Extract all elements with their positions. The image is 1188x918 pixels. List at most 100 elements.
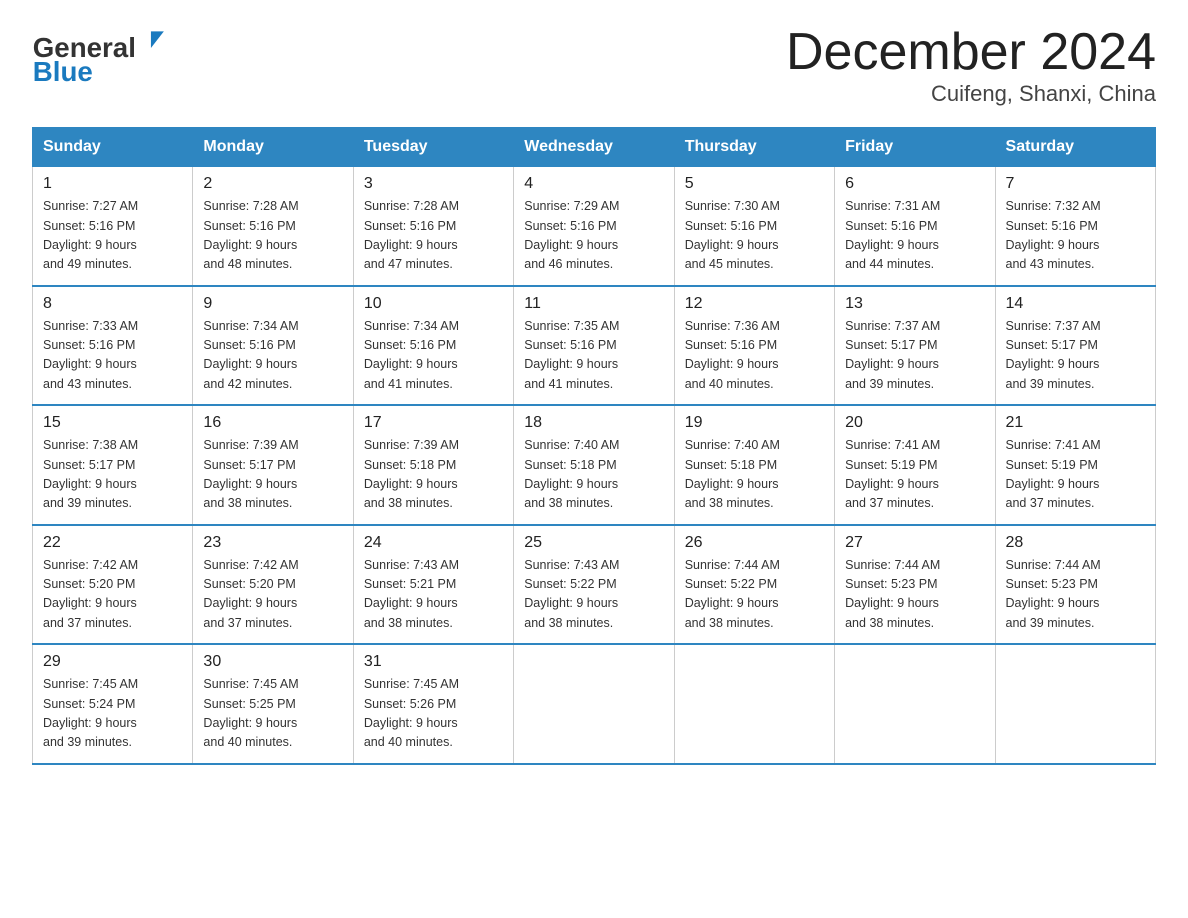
day-number: 1 bbox=[43, 175, 182, 193]
day-info: Sunrise: 7:42 AMSunset: 5:20 PMDaylight:… bbox=[203, 556, 342, 634]
day-info: Sunrise: 7:37 AMSunset: 5:17 PMDaylight:… bbox=[845, 317, 984, 395]
table-row: 4 Sunrise: 7:29 AMSunset: 5:16 PMDayligh… bbox=[514, 167, 674, 286]
table-row: 1 Sunrise: 7:27 AMSunset: 5:16 PMDayligh… bbox=[33, 167, 193, 286]
table-row: 25 Sunrise: 7:43 AMSunset: 5:22 PMDaylig… bbox=[514, 525, 674, 645]
calendar-week-row: 1 Sunrise: 7:27 AMSunset: 5:16 PMDayligh… bbox=[33, 167, 1156, 286]
calendar-week-row: 8 Sunrise: 7:33 AMSunset: 5:16 PMDayligh… bbox=[33, 286, 1156, 406]
table-row bbox=[835, 644, 995, 764]
table-row: 29 Sunrise: 7:45 AMSunset: 5:24 PMDaylig… bbox=[33, 644, 193, 764]
day-number: 11 bbox=[524, 295, 663, 313]
calendar-header-row: Sunday Monday Tuesday Wednesday Thursday… bbox=[33, 128, 1156, 167]
table-row: 3 Sunrise: 7:28 AMSunset: 5:16 PMDayligh… bbox=[353, 167, 513, 286]
day-info: Sunrise: 7:40 AMSunset: 5:18 PMDaylight:… bbox=[524, 436, 663, 514]
day-number: 18 bbox=[524, 414, 663, 432]
calendar-week-row: 22 Sunrise: 7:42 AMSunset: 5:20 PMDaylig… bbox=[33, 525, 1156, 645]
day-number: 12 bbox=[685, 295, 824, 313]
day-info: Sunrise: 7:45 AMSunset: 5:25 PMDaylight:… bbox=[203, 675, 342, 753]
day-info: Sunrise: 7:40 AMSunset: 5:18 PMDaylight:… bbox=[685, 436, 824, 514]
table-row: 23 Sunrise: 7:42 AMSunset: 5:20 PMDaylig… bbox=[193, 525, 353, 645]
table-row bbox=[995, 644, 1155, 764]
day-number: 28 bbox=[1006, 534, 1145, 552]
day-number: 16 bbox=[203, 414, 342, 432]
day-info: Sunrise: 7:28 AMSunset: 5:16 PMDaylight:… bbox=[364, 197, 503, 275]
svg-text:Blue: Blue bbox=[33, 56, 93, 84]
table-row: 10 Sunrise: 7:34 AMSunset: 5:16 PMDaylig… bbox=[353, 286, 513, 406]
day-number: 5 bbox=[685, 175, 824, 193]
day-number: 20 bbox=[845, 414, 984, 432]
table-row: 15 Sunrise: 7:38 AMSunset: 5:17 PMDaylig… bbox=[33, 405, 193, 525]
day-number: 29 bbox=[43, 653, 182, 671]
table-row bbox=[674, 644, 834, 764]
day-info: Sunrise: 7:33 AMSunset: 5:16 PMDaylight:… bbox=[43, 317, 182, 395]
day-info: Sunrise: 7:34 AMSunset: 5:16 PMDaylight:… bbox=[364, 317, 503, 395]
table-row: 31 Sunrise: 7:45 AMSunset: 5:26 PMDaylig… bbox=[353, 644, 513, 764]
table-row: 7 Sunrise: 7:32 AMSunset: 5:16 PMDayligh… bbox=[995, 167, 1155, 286]
header-wednesday: Wednesday bbox=[514, 128, 674, 167]
day-info: Sunrise: 7:27 AMSunset: 5:16 PMDaylight:… bbox=[43, 197, 182, 275]
page-title: December 2024 bbox=[786, 24, 1156, 81]
table-row: 2 Sunrise: 7:28 AMSunset: 5:16 PMDayligh… bbox=[193, 167, 353, 286]
table-row: 24 Sunrise: 7:43 AMSunset: 5:21 PMDaylig… bbox=[353, 525, 513, 645]
table-row: 17 Sunrise: 7:39 AMSunset: 5:18 PMDaylig… bbox=[353, 405, 513, 525]
header-friday: Friday bbox=[835, 128, 995, 167]
table-row: 21 Sunrise: 7:41 AMSunset: 5:19 PMDaylig… bbox=[995, 405, 1155, 525]
header-saturday: Saturday bbox=[995, 128, 1155, 167]
day-info: Sunrise: 7:44 AMSunset: 5:22 PMDaylight:… bbox=[685, 556, 824, 634]
day-info: Sunrise: 7:39 AMSunset: 5:18 PMDaylight:… bbox=[364, 436, 503, 514]
day-info: Sunrise: 7:29 AMSunset: 5:16 PMDaylight:… bbox=[524, 197, 663, 275]
page-subtitle: Cuifeng, Shanxi, China bbox=[786, 81, 1156, 107]
day-number: 13 bbox=[845, 295, 984, 313]
day-number: 23 bbox=[203, 534, 342, 552]
table-row: 28 Sunrise: 7:44 AMSunset: 5:23 PMDaylig… bbox=[995, 525, 1155, 645]
table-row: 30 Sunrise: 7:45 AMSunset: 5:25 PMDaylig… bbox=[193, 644, 353, 764]
day-number: 10 bbox=[364, 295, 503, 313]
table-row: 11 Sunrise: 7:35 AMSunset: 5:16 PMDaylig… bbox=[514, 286, 674, 406]
table-row: 22 Sunrise: 7:42 AMSunset: 5:20 PMDaylig… bbox=[33, 525, 193, 645]
table-row: 5 Sunrise: 7:30 AMSunset: 5:16 PMDayligh… bbox=[674, 167, 834, 286]
day-number: 15 bbox=[43, 414, 182, 432]
title-block: December 2024 Cuifeng, Shanxi, China bbox=[786, 24, 1156, 107]
calendar-table: Sunday Monday Tuesday Wednesday Thursday… bbox=[32, 127, 1156, 765]
day-info: Sunrise: 7:35 AMSunset: 5:16 PMDaylight:… bbox=[524, 317, 663, 395]
day-number: 14 bbox=[1006, 295, 1145, 313]
calendar-week-row: 15 Sunrise: 7:38 AMSunset: 5:17 PMDaylig… bbox=[33, 405, 1156, 525]
day-info: Sunrise: 7:28 AMSunset: 5:16 PMDaylight:… bbox=[203, 197, 342, 275]
day-number: 25 bbox=[524, 534, 663, 552]
day-info: Sunrise: 7:45 AMSunset: 5:26 PMDaylight:… bbox=[364, 675, 503, 753]
day-number: 21 bbox=[1006, 414, 1145, 432]
day-info: Sunrise: 7:43 AMSunset: 5:21 PMDaylight:… bbox=[364, 556, 503, 634]
table-row: 26 Sunrise: 7:44 AMSunset: 5:22 PMDaylig… bbox=[674, 525, 834, 645]
calendar-week-row: 29 Sunrise: 7:45 AMSunset: 5:24 PMDaylig… bbox=[33, 644, 1156, 764]
day-number: 6 bbox=[845, 175, 984, 193]
day-info: Sunrise: 7:41 AMSunset: 5:19 PMDaylight:… bbox=[845, 436, 984, 514]
day-number: 4 bbox=[524, 175, 663, 193]
day-number: 9 bbox=[203, 295, 342, 313]
day-number: 2 bbox=[203, 175, 342, 193]
day-info: Sunrise: 7:41 AMSunset: 5:19 PMDaylight:… bbox=[1006, 436, 1145, 514]
table-row: 6 Sunrise: 7:31 AMSunset: 5:16 PMDayligh… bbox=[835, 167, 995, 286]
table-row: 18 Sunrise: 7:40 AMSunset: 5:18 PMDaylig… bbox=[514, 405, 674, 525]
day-info: Sunrise: 7:44 AMSunset: 5:23 PMDaylight:… bbox=[1006, 556, 1145, 634]
day-info: Sunrise: 7:42 AMSunset: 5:20 PMDaylight:… bbox=[43, 556, 182, 634]
table-row: 9 Sunrise: 7:34 AMSunset: 5:16 PMDayligh… bbox=[193, 286, 353, 406]
day-number: 26 bbox=[685, 534, 824, 552]
day-number: 24 bbox=[364, 534, 503, 552]
day-info: Sunrise: 7:44 AMSunset: 5:23 PMDaylight:… bbox=[845, 556, 984, 634]
day-info: Sunrise: 7:37 AMSunset: 5:17 PMDaylight:… bbox=[1006, 317, 1145, 395]
day-info: Sunrise: 7:45 AMSunset: 5:24 PMDaylight:… bbox=[43, 675, 182, 753]
header-thursday: Thursday bbox=[674, 128, 834, 167]
day-info: Sunrise: 7:36 AMSunset: 5:16 PMDaylight:… bbox=[685, 317, 824, 395]
table-row: 12 Sunrise: 7:36 AMSunset: 5:16 PMDaylig… bbox=[674, 286, 834, 406]
logo: General Blue bbox=[32, 24, 172, 84]
header-sunday: Sunday bbox=[33, 128, 193, 167]
table-row: 13 Sunrise: 7:37 AMSunset: 5:17 PMDaylig… bbox=[835, 286, 995, 406]
table-row: 16 Sunrise: 7:39 AMSunset: 5:17 PMDaylig… bbox=[193, 405, 353, 525]
table-row: 8 Sunrise: 7:33 AMSunset: 5:16 PMDayligh… bbox=[33, 286, 193, 406]
day-number: 31 bbox=[364, 653, 503, 671]
day-number: 27 bbox=[845, 534, 984, 552]
table-row: 27 Sunrise: 7:44 AMSunset: 5:23 PMDaylig… bbox=[835, 525, 995, 645]
logo-svg: General Blue bbox=[32, 24, 172, 84]
table-row bbox=[514, 644, 674, 764]
day-number: 17 bbox=[364, 414, 503, 432]
day-number: 8 bbox=[43, 295, 182, 313]
